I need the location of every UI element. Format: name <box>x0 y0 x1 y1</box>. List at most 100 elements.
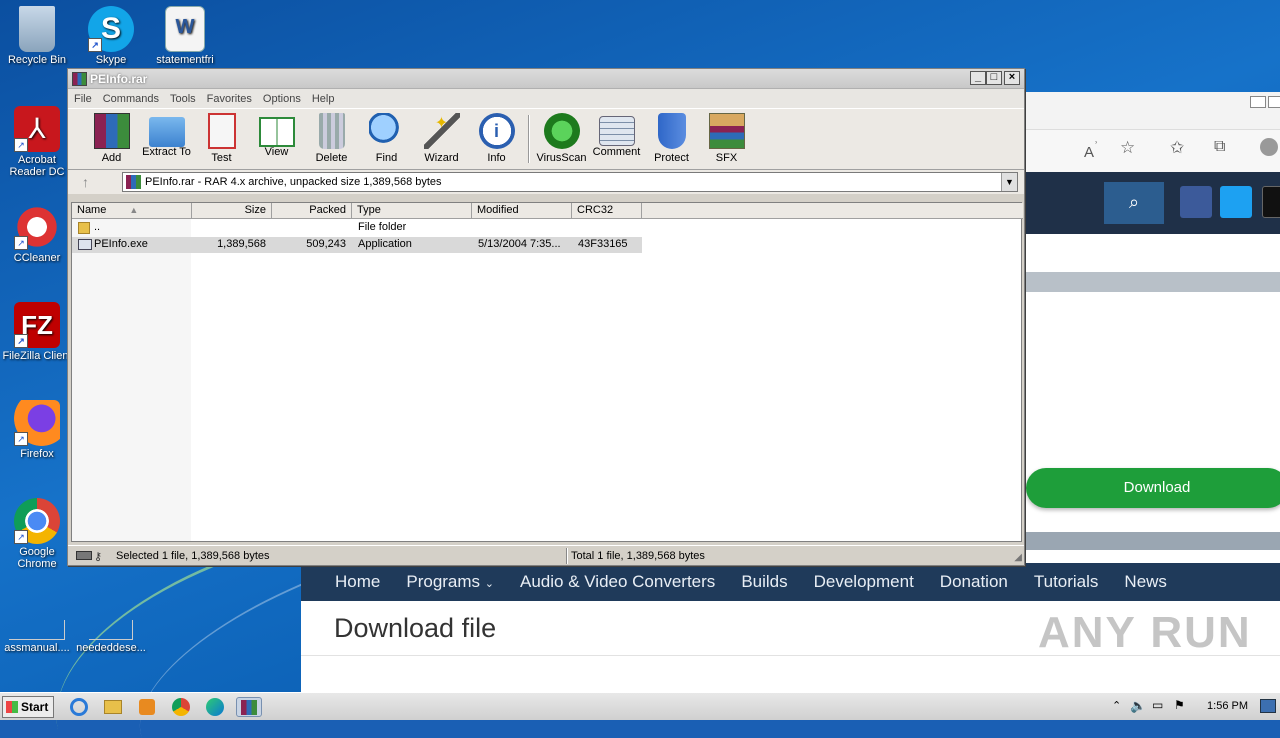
start-button[interactable]: Start <box>2 696 54 718</box>
cell-type: File folder <box>358 221 407 233</box>
left-pane <box>72 219 191 541</box>
close-button[interactable]: × <box>1004 71 1020 85</box>
site-square-button[interactable] <box>1220 186 1252 218</box>
column-header-modified[interactable]: Modified <box>472 203 572 219</box>
toolbar-label: Add <box>101 152 122 164</box>
desktop-icon-chrome[interactable]: ↗ Google Chrome <box>0 498 74 570</box>
site-search-button[interactable]: ⌕ <box>1104 182 1164 224</box>
show-desktop-icon[interactable] <box>1260 699 1276 713</box>
menu-file[interactable]: File <box>74 93 92 105</box>
nav-news[interactable]: News <box>1124 572 1167 592</box>
status-bar: ⚷ Selected 1 file, 1,389,568 bytes Total… <box>68 545 1024 565</box>
test-button[interactable]: Test <box>194 109 249 169</box>
menu-options[interactable]: Options <box>263 93 301 105</box>
column-header-type[interactable]: Type <box>352 203 472 219</box>
taskbar-chrome[interactable] <box>170 697 192 717</box>
windows-logo-icon <box>6 701 18 713</box>
network-icon[interactable]: ▭ <box>1152 698 1163 712</box>
menu-tools[interactable]: Tools <box>170 93 196 105</box>
path-bar: ↑ PEInfo.rar - RAR 4.x archive, unpacked… <box>68 170 1024 194</box>
desktop-icon-ccleaner[interactable]: ↗ CCleaner <box>0 204 74 264</box>
desktop-icon-label: Acrobat Reader DC <box>9 154 65 178</box>
nav-audio-video[interactable]: Audio & Video Converters <box>520 572 715 592</box>
title-bar[interactable]: PEInfo.rar _ □ × <box>68 69 1024 89</box>
desktop-icon-skype[interactable]: S ↗ Skype <box>74 6 148 66</box>
site-square-button[interactable] <box>1180 186 1212 218</box>
site-header: ⌕ <box>1022 172 1280 234</box>
extract-to-button[interactable]: Extract To <box>139 109 194 169</box>
up-arrow-icon[interactable]: ↑ <box>82 174 89 190</box>
start-label: Start <box>21 700 49 714</box>
toolbar-label: Delete <box>315 152 348 164</box>
archive-add-icon <box>93 113 130 149</box>
desktop-icon-label: assmanual.... <box>4 642 70 654</box>
filezilla-icon: FZ ↗ <box>14 302 60 348</box>
site-square-button[interactable] <box>1262 186 1280 218</box>
nav-home[interactable]: Home <box>335 572 380 592</box>
table-row[interactable]: PEInfo.exe 1,389,568 509,243 Application… <box>72 237 642 253</box>
desktop-icon-filezilla[interactable]: FZ ↗ FileZilla Client <box>0 302 74 362</box>
desktop-icon-recycle-bin[interactable]: Recycle Bin <box>0 6 74 66</box>
desktop-icon-acrobat[interactable]: ⅄ ↗ Acrobat Reader DC <box>0 106 74 178</box>
nav-builds[interactable]: Builds <box>741 572 787 592</box>
nav-programs[interactable]: Programs ⌄ <box>406 572 494 592</box>
view-button[interactable]: View <box>249 109 304 169</box>
table-row[interactable]: .. File folder <box>72 220 642 236</box>
cell-name: .. <box>94 221 101 233</box>
info-button[interactable]: i Info <box>469 109 524 169</box>
menu-commands[interactable]: Commands <box>103 93 159 105</box>
profile-icon[interactable] <box>1260 138 1278 156</box>
menu-favorites[interactable]: Favorites <box>207 93 252 105</box>
nav-development[interactable]: Development <box>814 572 914 592</box>
read-aloud-icon[interactable]: Aʾ <box>1084 140 1098 161</box>
favorite-star-icon[interactable]: ☆ <box>1120 138 1135 158</box>
column-header-name[interactable]: Name ▲ <box>72 203 192 219</box>
taskbar-explorer[interactable] <box>102 697 124 717</box>
nav-tutorials[interactable]: Tutorials <box>1034 572 1099 592</box>
desktop-icon-statementfri[interactable]: W statementfri <box>148 6 222 66</box>
delete-button[interactable]: Delete <box>304 109 359 169</box>
collections-icon[interactable]: ⧉ <box>1214 138 1225 156</box>
add-button[interactable]: Add <box>84 109 139 169</box>
download-button[interactable]: Download <box>1026 468 1280 508</box>
sfx-button[interactable]: SFX <box>699 109 754 169</box>
key-icon[interactable]: ⚷ <box>94 550 102 563</box>
magic-wand-icon: ✦ <box>423 113 460 149</box>
maximize-button[interactable]: □ <box>986 71 1002 85</box>
system-tray: ⌃ 🔈 ▭ ⚑ 1:56 PM <box>1100 693 1280 721</box>
minimize-icon[interactable] <box>1250 96 1266 108</box>
taskbar-winrar[interactable] <box>236 697 262 717</box>
toolbar-label: Find <box>375 152 398 164</box>
path-field[interactable]: PEInfo.rar - RAR 4.x archive, unpacked s… <box>122 172 1018 192</box>
toolbar: Add Extract To Test View Delete Find ✦ W… <box>68 108 1024 170</box>
flag-icon[interactable]: ⚑ <box>1174 698 1185 712</box>
clock[interactable]: 1:56 PM <box>1207 700 1248 712</box>
tray-expand-icon[interactable]: ⌃ <box>1112 699 1121 712</box>
chevron-down-icon[interactable]: ▼ <box>1001 173 1017 191</box>
desktop-icon-firefox[interactable]: ↗ Firefox <box>0 400 74 460</box>
comment-button[interactable]: Comment <box>589 109 644 169</box>
protect-button[interactable]: Protect <box>644 109 699 169</box>
resize-grip-icon[interactable]: ◢ <box>1014 552 1022 563</box>
column-header-size[interactable]: Size <box>192 203 272 219</box>
menu-help[interactable]: Help <box>312 93 335 105</box>
taskbar-ie[interactable] <box>68 697 90 717</box>
find-button[interactable]: Find <box>359 109 414 169</box>
taskbar-edge[interactable] <box>204 697 226 717</box>
drive-icon[interactable] <box>76 551 92 560</box>
desktop-icon-neededdese[interactable]: neededdese... <box>74 620 148 654</box>
column-header-crc32[interactable]: CRC32 <box>572 203 642 219</box>
clipboard-check-icon <box>207 113 236 149</box>
virusscan-button[interactable]: VirusScan <box>534 109 589 169</box>
shortcut-arrow-icon: ↗ <box>14 236 28 250</box>
media-player-icon <box>139 699 155 715</box>
column-header-packed[interactable]: Packed <box>272 203 352 219</box>
favorites-icon[interactable]: ✩ <box>1170 138 1184 158</box>
restore-icon[interactable] <box>1268 96 1280 108</box>
taskbar-media-player[interactable] <box>136 697 158 717</box>
volume-icon[interactable]: 🔈 <box>1130 698 1146 714</box>
desktop-icon-assmanual[interactable]: assmanual.... <box>0 620 74 654</box>
nav-donation[interactable]: Donation <box>940 572 1008 592</box>
minimize-button[interactable]: _ <box>970 71 986 85</box>
wizard-button[interactable]: ✦ Wizard <box>414 109 469 169</box>
